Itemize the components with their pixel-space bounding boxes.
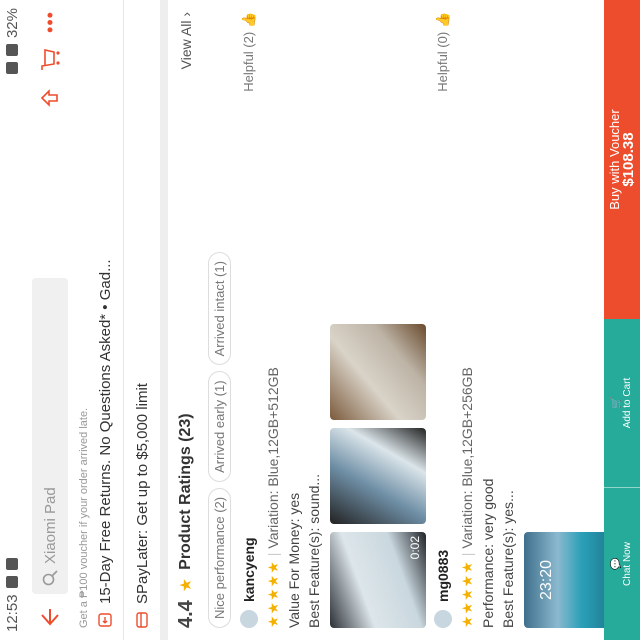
search-placeholder: Xiaomi Pad <box>41 487 59 564</box>
tablet-clock: 23:20 <box>538 559 555 601</box>
review-line-1: Value For Money: yes <box>286 492 302 628</box>
rating-score: 4.4 <box>174 600 197 628</box>
buy-with-voucher-button[interactable]: Buy with Voucher $108.38 <box>604 0 640 319</box>
add-cart-icon: 🛒 <box>611 396 622 410</box>
more-options-button[interactable]: ••• <box>36 8 64 36</box>
battery-level: 32% <box>3 8 21 39</box>
view-all-link[interactable]: View All › <box>178 12 194 69</box>
free-returns-text: 15-Day Free Returns. No Questions Asked*… <box>96 259 114 604</box>
chevron-right-icon: › <box>178 12 194 17</box>
spaylater-icon <box>136 612 148 628</box>
rating-tags: Nice performance (2) Arrived early (1) A… <box>204 0 234 640</box>
cart-button[interactable] <box>36 46 64 74</box>
helpful-count: Helpful (2) <box>241 31 256 92</box>
view-all-label: View All <box>178 20 194 70</box>
cart-icon <box>41 49 60 70</box>
avatar <box>434 610 452 628</box>
add-to-cart-button[interactable]: 🛒 Add to Cart <box>604 319 640 488</box>
video-duration: 0:02 <box>408 536 422 560</box>
reviewer-name: kancyeng <box>241 537 257 602</box>
more-dots-icon: ••• <box>39 11 60 33</box>
review-video-thumbnail[interactable]: 0:02 <box>330 532 426 628</box>
share-icon <box>40 89 58 107</box>
chat-now-button[interactable]: 💬 Chat Now <box>604 488 640 640</box>
chat-icon: 💬 <box>611 557 622 571</box>
spaylater-text: SPayLater: Get up to $5,000 limit <box>133 383 151 604</box>
tag-arrived-early[interactable]: Arrived early (1) <box>207 371 231 482</box>
tag-arrived-intact[interactable]: Arrived intact (1) <box>207 252 231 366</box>
return-icon <box>98 613 112 627</box>
free-returns-row[interactable]: 15-Day Free Returns. No Questions Asked*… <box>88 0 122 640</box>
app-screen: 12:53 32% Xiaomi Pad ••• Get a ₱100 vouc… <box>0 0 640 640</box>
review-stars: ★★★★★ <box>264 560 281 628</box>
thumbs-up-icon: 👍 <box>435 12 450 29</box>
ratings-title: Product Ratings (23) <box>177 413 194 570</box>
helpful-count: Helpful (0) <box>435 31 450 92</box>
review-line-1: Performance: very good <box>480 478 496 628</box>
review-item: mg0883 Helpful (0) 👍 ★★★★★ | Variation: … <box>430 0 620 640</box>
share-button[interactable] <box>36 84 64 112</box>
status-bar: 12:53 32% <box>0 0 24 640</box>
helpful-button[interactable]: Helpful (0) 👍 <box>435 12 451 92</box>
spaylater-row[interactable]: SPayLater: Get up to $5,000 limit <box>124 0 160 640</box>
variation-text: Variation: Blue,12GB+512GB <box>265 367 281 549</box>
reviewer-name: mg0883 <box>435 549 451 602</box>
helpful-button[interactable]: Helpful (2) 👍 <box>241 12 257 92</box>
back-arrow-icon <box>41 609 59 626</box>
product-ratings-header: 4.4 ★ Product Ratings (23) View All › <box>168 0 204 640</box>
bottom-action-bar: 💬 Chat Now 🛒 Add to Cart Buy with Vouche… <box>604 0 640 640</box>
avatar <box>240 610 258 628</box>
variation-text: Variation: Blue,12GB+256GB <box>459 367 475 549</box>
tag-nice-performance[interactable]: Nice performance (2) <box>207 487 231 628</box>
search-bar[interactable]: Xiaomi Pad <box>32 278 68 594</box>
signal-icon <box>6 558 18 571</box>
chat-now-label: Chat Now <box>622 542 633 586</box>
thumbs-up-icon: 👍 <box>241 12 256 29</box>
buy-price: $108.38 <box>620 132 637 187</box>
notification-icon <box>6 576 18 589</box>
separator: | <box>265 552 281 557</box>
wifi-icon <box>6 62 18 75</box>
back-button[interactable] <box>36 604 64 632</box>
review-stars: ★★★★★ <box>458 560 475 628</box>
battery-icon <box>6 44 18 57</box>
separator: | <box>459 552 475 557</box>
review-photo[interactable] <box>330 324 426 420</box>
review-line-2: Best Feature(s): yes... <box>500 490 516 628</box>
star-icon: ★ <box>178 577 195 593</box>
review-photo[interactable] <box>330 428 426 524</box>
search-icon <box>42 570 58 586</box>
status-time: 12:53 <box>3 594 21 632</box>
add-to-cart-label: Add to Cart <box>622 377 633 429</box>
top-header: Xiaomi Pad ••• <box>24 0 76 640</box>
section-separator <box>160 0 168 640</box>
review-line-2: Best Feature(s): sound... <box>306 473 322 628</box>
review-item: kancyeng Helpful (2) 👍 ★★★★★ | Variation… <box>236 0 426 640</box>
